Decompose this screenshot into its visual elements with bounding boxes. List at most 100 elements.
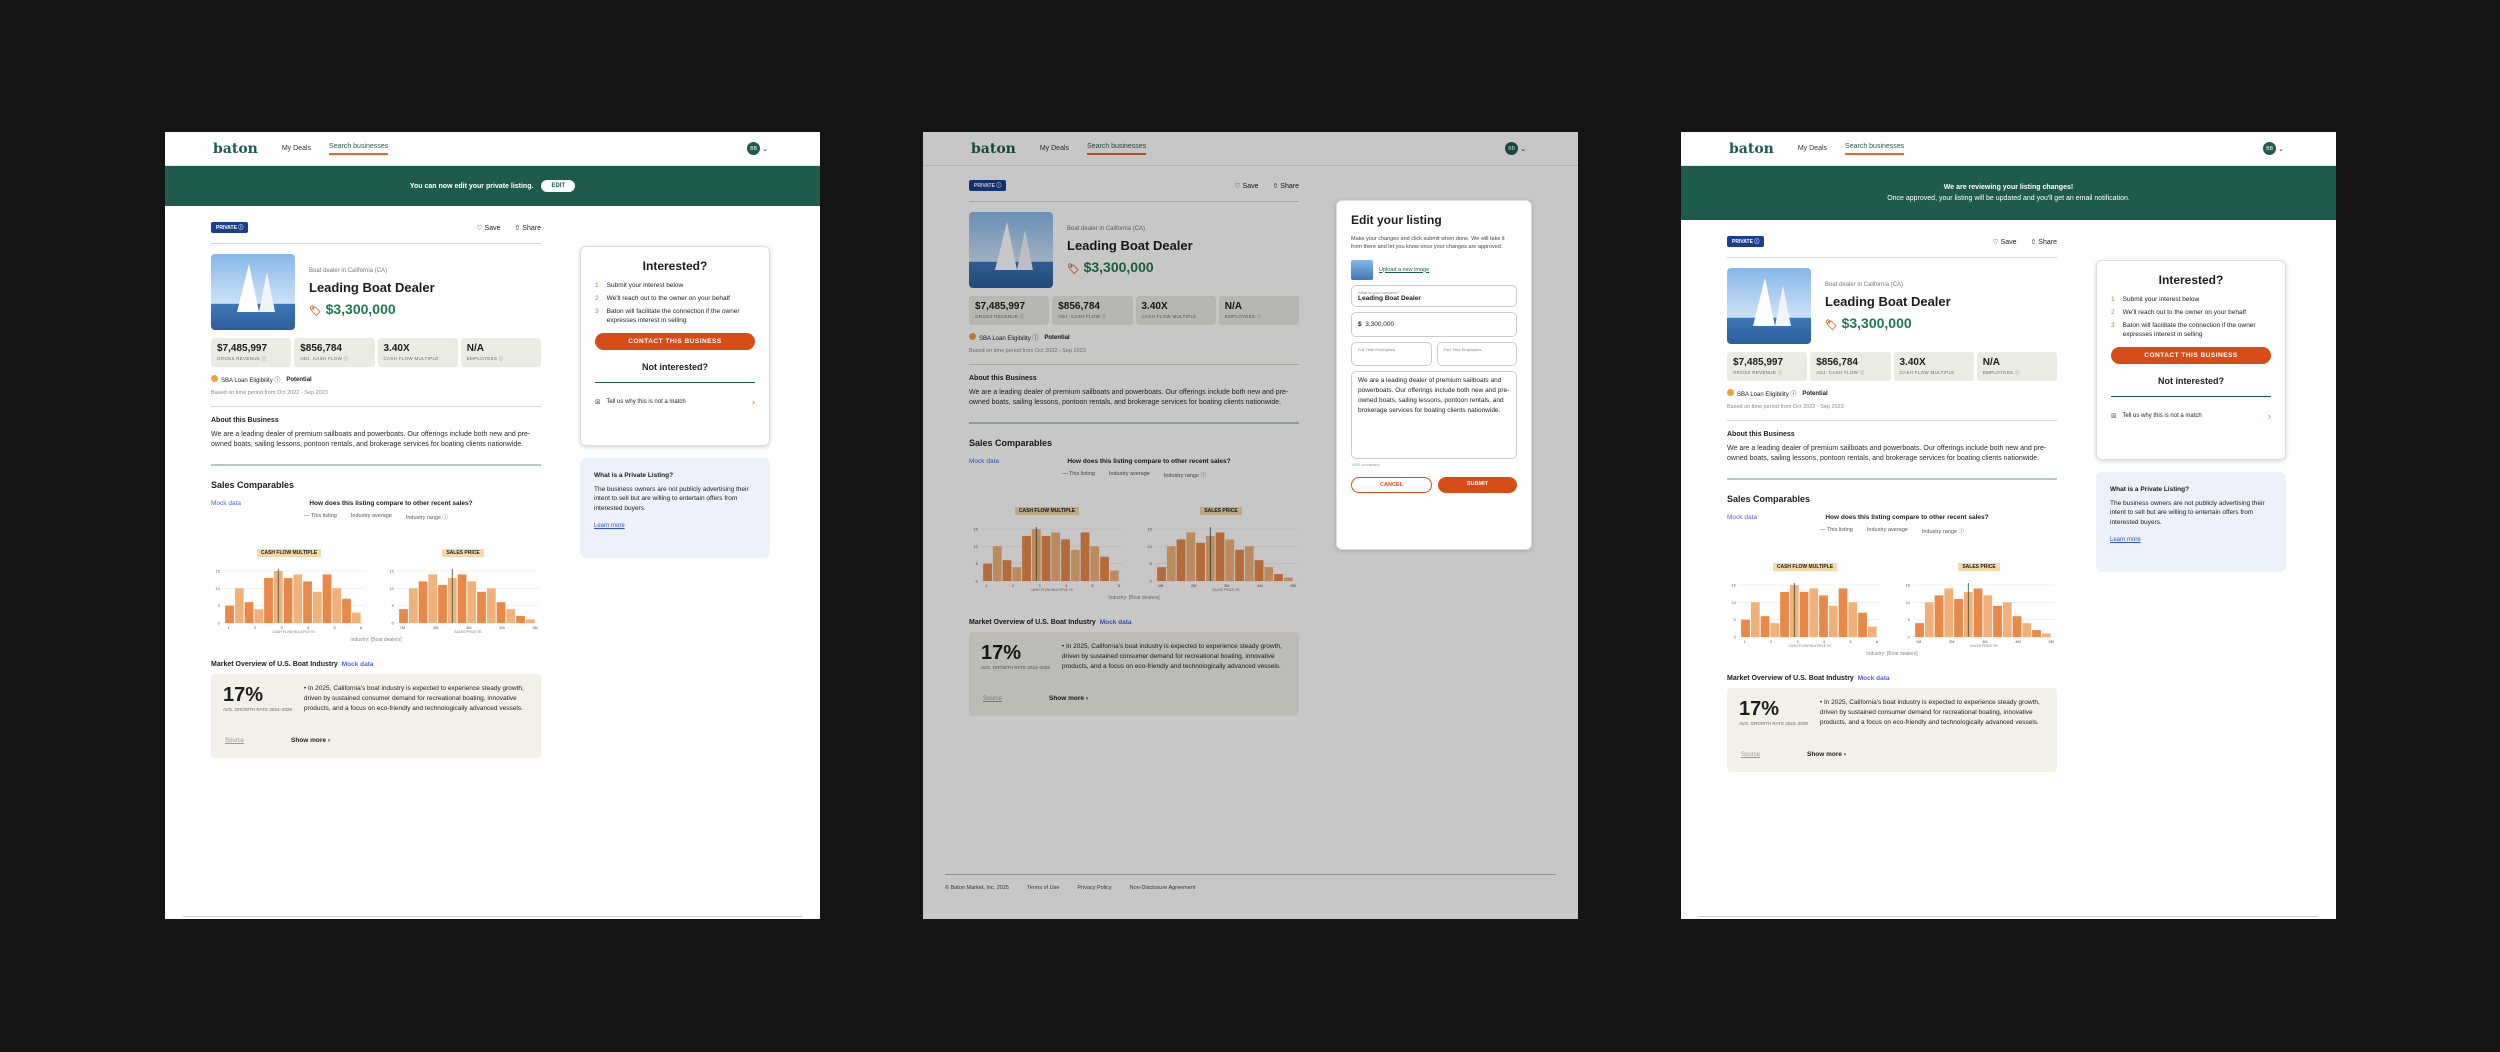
mock-data-link[interactable]: Mock data [211, 500, 241, 507]
nda-link[interactable]: Non-Disclosure Agreement [1130, 885, 1196, 891]
comparables-heading: Sales Comparables [969, 438, 1053, 449]
upload-image[interactable]: Upload a new image [1351, 259, 1517, 280]
save-button[interactable]: ♡ Save [476, 224, 500, 232]
baton-logo[interactable]: baton [213, 141, 258, 157]
part-time-field[interactable]: Part Time Employees [1436, 341, 1517, 366]
about-heading: About this Business [1727, 431, 1795, 438]
chart-bar [1867, 626, 1877, 638]
save-button[interactable]: ♡ Save [1992, 238, 2016, 246]
growth-rate: 17% [1739, 698, 1780, 721]
description-field[interactable]: We are a leading dealer of premium sailb… [1351, 370, 1517, 459]
listing-title: Leading Boat Dealer [309, 280, 435, 295]
chart-bar [1109, 570, 1119, 582]
cancel-button[interactable]: CANCEL [1351, 476, 1432, 493]
chart-sales-price: SALES PRICE 0 5 10 15 1M 2M 3M 4M 5M SALES PRICE (… [1147, 507, 1298, 592]
avatar[interactable]: BB ⌄ [747, 142, 768, 155]
metric-cash-flow: $856,784 ADJ. CASH FLOW ⓘ [294, 338, 375, 367]
tag-icon: 🏷 [309, 306, 322, 317]
chart-bar [438, 585, 447, 624]
chart-bar [244, 602, 254, 624]
nav-search-businesses[interactable]: Search businesses [1087, 143, 1147, 155]
tick-label: 2M [433, 625, 438, 630]
submit-button[interactable]: SUBMIT [1438, 476, 1517, 493]
interested-title: Interested? [2158, 273, 2224, 287]
comparables-heading: Sales Comparables [1727, 494, 1811, 505]
screen-under-review: baton My Deals Search businesses BB ⌄ We … [1681, 132, 2336, 919]
private-badge[interactable]: PRIVATE ⓘ [211, 222, 249, 233]
svg-text:0: 0 [976, 579, 979, 584]
mock-data-link[interactable]: Mock data [969, 458, 999, 465]
mock-data-link[interactable]: Mock data [1727, 514, 1757, 521]
price-field[interactable]: $ 3,300,000 [1351, 311, 1517, 337]
svg-text:0: 0 [1734, 635, 1737, 640]
show-more-button[interactable]: Show more › [291, 737, 330, 744]
chart-bar [1215, 532, 1225, 582]
review-text: Once approved, your listing will be upda… [1887, 195, 2130, 202]
baton-logo[interactable]: baton [971, 141, 1016, 157]
chart-bar [1780, 592, 1789, 638]
chart-cash-flow-multiple: CASH FLOW MULTIPLE 0 5 10 15 1 2 3 4 5 6 CASH FLOW … [1731, 563, 1882, 648]
tick-label: 5 [1850, 639, 1853, 644]
chart-bar [428, 574, 438, 624]
chart-legend: — This listing Industry average Industry r… [1061, 471, 1207, 480]
avatar[interactable]: BB ⌄ [1505, 142, 1526, 155]
share-button[interactable]: ⇧ Share [515, 224, 542, 232]
source-link[interactable]: Source [983, 696, 1002, 702]
not-a-match-link[interactable]: ☒ Tell us why this is not a match › [595, 397, 755, 407]
chart-bar [1022, 536, 1031, 582]
chart-bar [1944, 588, 1954, 638]
tick-label: 1M [400, 625, 405, 630]
svg-text:10: 10 [215, 586, 220, 591]
terms-link[interactable]: Terms of Use [1027, 885, 1059, 891]
svg-text:10: 10 [973, 544, 978, 549]
source-link[interactable]: Source [225, 738, 244, 744]
contact-business-button[interactable]: CONTACT THIS BUSINESS [2111, 347, 2271, 365]
chart-bar [283, 578, 293, 624]
chart-bar [1983, 595, 1993, 638]
tick-label: 1 [1743, 639, 1745, 644]
learn-more-link[interactable]: Learn more [594, 523, 756, 529]
chart-bar [2032, 630, 2041, 638]
tick-label: 2 [254, 625, 256, 630]
contact-business-button[interactable]: CONTACT THIS BUSINESS [595, 333, 755, 351]
tick-label: 4M [499, 625, 504, 630]
learn-more-link[interactable]: Learn more [2110, 537, 2272, 543]
nav-search-businesses[interactable]: Search businesses [1845, 143, 1905, 155]
source-link[interactable]: Source [1741, 752, 1760, 758]
nav-my-deals[interactable]: My Deals [1798, 145, 1827, 152]
baton-logo[interactable]: baton [1729, 141, 1774, 157]
chart-bar [1848, 602, 1858, 638]
share-button[interactable]: ⇧ Share [2031, 238, 2058, 246]
metric-cash-flow: $856,784 ADJ. CASH FLOW ⓘ [1810, 352, 1891, 381]
full-time-field[interactable]: Full Time Employees [1351, 341, 1432, 366]
about-text: We are a leading dealer of premium sailb… [969, 389, 1289, 407]
private-listing-title: What is a Private Listing? [594, 472, 674, 479]
compare-question: How does this listing compare to other r… [1825, 514, 1989, 522]
save-button[interactable]: ♡ Save [1234, 182, 1258, 190]
nav-my-deals[interactable]: My Deals [282, 145, 311, 152]
privacy-link[interactable]: Privacy Policy [1077, 885, 1111, 891]
market-heading: Market Overview of U.S. Boat Industry Mo… [1727, 675, 1890, 683]
chart-bar [303, 581, 312, 624]
listing-main: PRIVATE ⓘ ♡ Save ⇧ Share Boat dealer in C… [1727, 236, 2058, 773]
show-more-button[interactable]: Show more › [1807, 751, 1846, 758]
sba-eligibility: SBA Loan Eligibility ⓘ Potential [1727, 389, 2057, 398]
private-badge[interactable]: PRIVATE ⓘ [1727, 236, 1765, 247]
chart-bar [1809, 588, 1819, 638]
show-more-button[interactable]: Show more › [1049, 695, 1088, 702]
listing-subtitle: Boat dealer in California (CA) [1067, 226, 1146, 232]
not-a-match-link[interactable]: ☒ Tell us why this is not a match › [2111, 411, 2271, 421]
private-badge[interactable]: PRIVATE ⓘ [969, 180, 1007, 191]
edit-button[interactable]: EDIT [541, 180, 576, 192]
chart-bar [486, 588, 496, 624]
avatar[interactable]: BB ⌄ [2263, 142, 2284, 155]
tick-label: 5 [1092, 583, 1095, 588]
screen-edit-available: baton My Deals Search businesses BB ⌄ You… [165, 132, 820, 919]
nav-search-businesses[interactable]: Search businesses [329, 143, 389, 155]
business-name-field[interactable]: What is your business? Leading Boat Deale… [1351, 284, 1517, 307]
svg-text:5: 5 [392, 603, 395, 608]
chart-bar [467, 581, 477, 624]
share-button[interactable]: ⇧ Share [1273, 182, 1300, 190]
nav-my-deals[interactable]: My Deals [1040, 145, 1069, 152]
screen-editing: baton My Deals Search businesses BB ⌄ PRI… [923, 132, 1578, 919]
